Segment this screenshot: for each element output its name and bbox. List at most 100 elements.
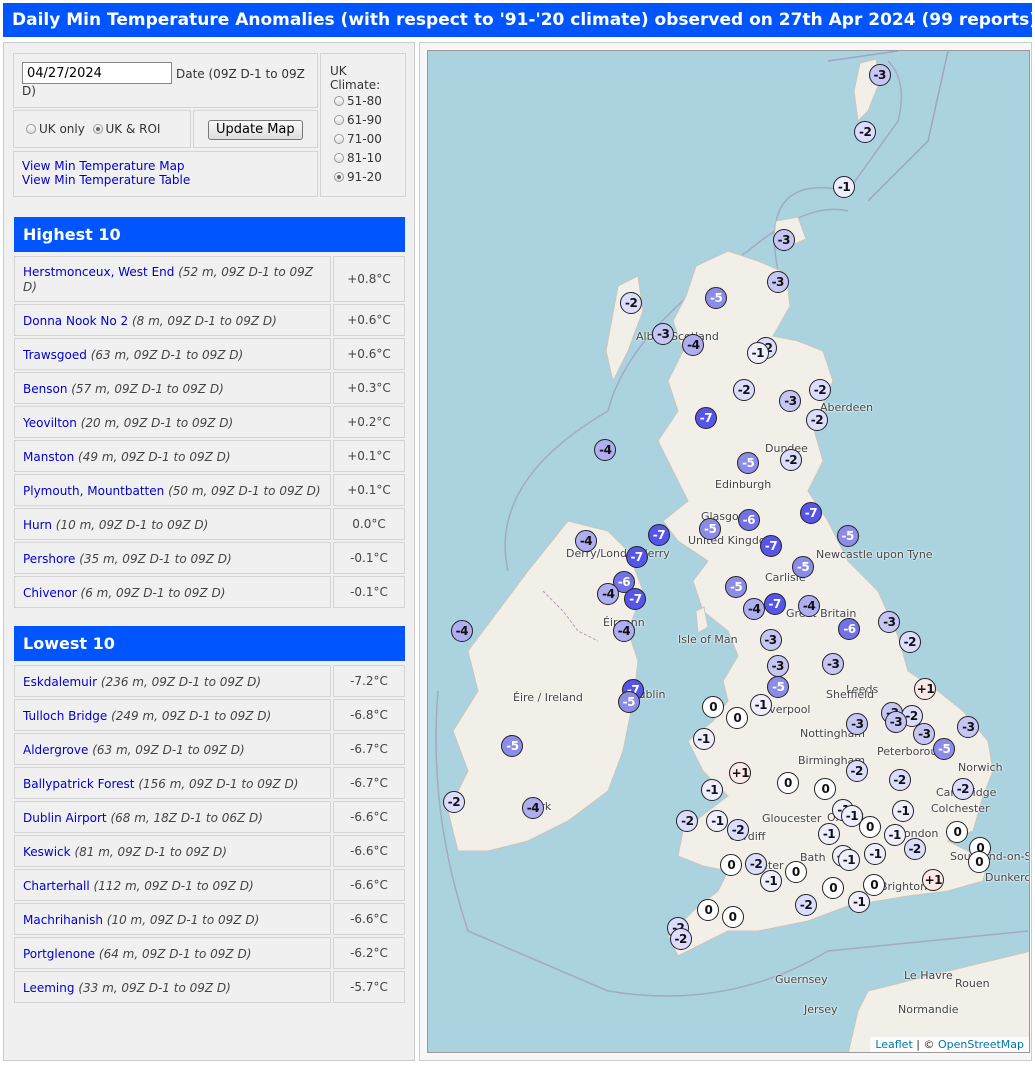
table-row: Manston (49 m, 09Z D-1 to 09Z D) +0.1°C	[14, 440, 405, 472]
station-link[interactable]: Ballypatrick Forest	[23, 777, 135, 791]
climate-option-91-20[interactable]: 91-20	[334, 168, 405, 187]
station-link[interactable]: Eskdalemuir	[23, 675, 97, 689]
anomaly-marker[interactable]: -1	[848, 890, 871, 913]
anomaly-marker[interactable]: -4	[521, 797, 544, 820]
anomaly-marker[interactable]: 0	[702, 695, 725, 718]
station-link[interactable]: Dublin Airport	[23, 811, 107, 825]
table-row: Dublin Airport (68 m, 18Z D-1 to 06Z D) -…	[14, 801, 405, 833]
uk-roi-radio[interactable]	[92, 124, 103, 134]
anomaly-marker[interactable]: -3	[759, 628, 782, 651]
station-cell: Trawsgoed (63 m, 09Z D-1 to 09Z D)	[14, 338, 331, 370]
anomaly-marker[interactable]: -7	[624, 587, 647, 610]
station-link[interactable]: Leeming	[23, 981, 75, 995]
anomaly-marker[interactable]: -3	[766, 654, 789, 677]
table-row: Aldergrove (63 m, 09Z D-1 to 09Z D) -6.7°…	[14, 733, 405, 765]
anomaly-marker[interactable]: -5	[792, 555, 815, 578]
station-link[interactable]: Herstmonceux, West End	[23, 265, 174, 279]
climate-radio[interactable]	[334, 172, 344, 182]
anomaly-marker[interactable]: -2	[903, 838, 926, 861]
station-link[interactable]: Machrihanish	[23, 913, 103, 927]
station-link[interactable]: Charterhall	[23, 879, 90, 893]
map-place-label: Le Havre	[904, 969, 953, 982]
anomaly-marker[interactable]: -5	[617, 690, 640, 713]
climate-option-51-80[interactable]: 51-80	[334, 92, 405, 111]
anomaly-marker[interactable]: 0	[822, 876, 845, 899]
update-map-button[interactable]: Update Map	[208, 120, 303, 140]
station-link[interactable]: Plymouth, Mountbatten	[23, 484, 164, 498]
station-link[interactable]: Yeovilton	[23, 416, 77, 430]
station-link[interactable]: Keswick	[23, 845, 71, 859]
climate-option-81-10[interactable]: 81-10	[334, 149, 405, 168]
anomaly-marker[interactable]: -2	[442, 791, 465, 814]
anomaly-marker[interactable]: -4	[798, 594, 821, 617]
anomaly-marker[interactable]: -2	[951, 778, 974, 801]
station-link[interactable]: Donna Nook No 2	[23, 314, 128, 328]
anomaly-marker[interactable]: 0	[697, 898, 720, 921]
station-link[interactable]: Hurn	[23, 518, 52, 532]
anomaly-marker[interactable]: -2	[888, 769, 911, 792]
anomaly-marker[interactable]: -5	[705, 286, 728, 309]
station-link[interactable]: Trawsgoed	[23, 348, 87, 362]
climate-radio[interactable]	[334, 96, 344, 106]
station-link[interactable]: Portglenone	[23, 947, 95, 961]
view-table-link[interactable]: View Min Temperature Table	[22, 173, 317, 187]
anomaly-marker[interactable]: -1	[883, 824, 906, 847]
anomaly-marker[interactable]: -4	[612, 619, 635, 642]
anomaly-marker[interactable]: -3	[652, 322, 675, 345]
table-row: Herstmonceux, West End (52 m, 09Z D-1 to…	[14, 256, 405, 302]
station-link[interactable]: Aldergrove	[23, 743, 88, 757]
station-cell: Donna Nook No 2 (8 m, 09Z D-1 to 09Z D)	[14, 304, 331, 336]
anomaly-value: +0.2°C	[333, 406, 405, 438]
station-link[interactable]: Pershore	[23, 552, 75, 566]
anomaly-marker[interactable]: -2	[795, 893, 818, 916]
anomaly-marker[interactable]: -3	[766, 270, 789, 293]
map-place-label: Sheffield	[826, 688, 875, 701]
view-map-link[interactable]: View Min Temperature Map	[22, 159, 317, 173]
anomaly-marker[interactable]: -3	[772, 228, 795, 251]
anomaly-marker[interactable]: -3	[868, 64, 891, 87]
station-link[interactable]: Tulloch Bridge	[23, 709, 107, 723]
climate-radio[interactable]	[334, 115, 344, 125]
uk-roi-option[interactable]: UK & ROI	[92, 122, 160, 136]
table-row: Donna Nook No 2 (8 m, 09Z D-1 to 09Z D) +…	[14, 304, 405, 336]
uk-only-option[interactable]: UK only	[26, 122, 85, 136]
station-link[interactable]: Chivenor	[23, 586, 77, 600]
anomaly-marker[interactable]: -2	[808, 379, 831, 401]
anomaly-marker[interactable]: -5	[725, 575, 748, 598]
anomaly-marker[interactable]: -4	[597, 582, 620, 605]
station-meta: (64 m, 09Z D-1 to 09Z D)	[98, 946, 252, 961]
osm-link[interactable]: OpenStreetMap	[938, 1038, 1024, 1051]
anomaly-marker[interactable]: -2	[898, 630, 921, 653]
climate-option-71-00[interactable]: 71-00	[334, 130, 405, 149]
station-link[interactable]: Benson	[23, 382, 67, 396]
climate-radio[interactable]	[334, 153, 344, 163]
temperature-map[interactable]: Aberdeen Dundee Edinburgh Glasgow United Kin…	[427, 50, 1030, 1053]
anomaly-marker[interactable]: -2	[805, 409, 828, 432]
anomaly-marker[interactable]: -4	[743, 597, 766, 620]
anomaly-marker[interactable]: -3	[878, 610, 901, 633]
anomaly-marker[interactable]: -1	[749, 693, 772, 716]
leaflet-link[interactable]: Leaflet	[875, 1038, 912, 1051]
anomaly-marker[interactable]: -2	[669, 927, 692, 950]
uk-only-radio[interactable]	[26, 124, 36, 134]
climate-radio[interactable]	[334, 134, 344, 144]
anomaly-marker[interactable]: -7	[625, 545, 648, 568]
anomaly-marker[interactable]: -5	[836, 525, 859, 548]
anomaly-marker[interactable]: -4	[450, 619, 473, 642]
anomaly-marker[interactable]: -7	[694, 407, 717, 430]
anomaly-marker[interactable]: -7	[763, 592, 786, 615]
anomaly-marker[interactable]: -3	[884, 711, 907, 733]
anomaly-marker[interactable]: -2	[620, 291, 643, 314]
map-place-label: Aberdeen	[820, 401, 874, 414]
climate-option-61-90[interactable]: 61-90	[334, 111, 405, 130]
anomaly-value: +0.6°C	[333, 338, 405, 370]
anomaly-marker[interactable]: -3	[822, 652, 845, 675]
station-cell: Aldergrove (63 m, 09Z D-1 to 09Z D)	[14, 733, 331, 765]
anomaly-marker[interactable]: -1	[692, 728, 715, 751]
station-link[interactable]: Manston	[23, 450, 74, 464]
anomaly-marker[interactable]: -1	[746, 341, 769, 364]
anomaly-marker[interactable]: 0	[776, 772, 799, 795]
anomaly-marker[interactable]: -2	[845, 760, 868, 783]
anomaly-marker[interactable]: 0	[721, 905, 744, 928]
anomaly-marker[interactable]: -2	[732, 379, 755, 401]
